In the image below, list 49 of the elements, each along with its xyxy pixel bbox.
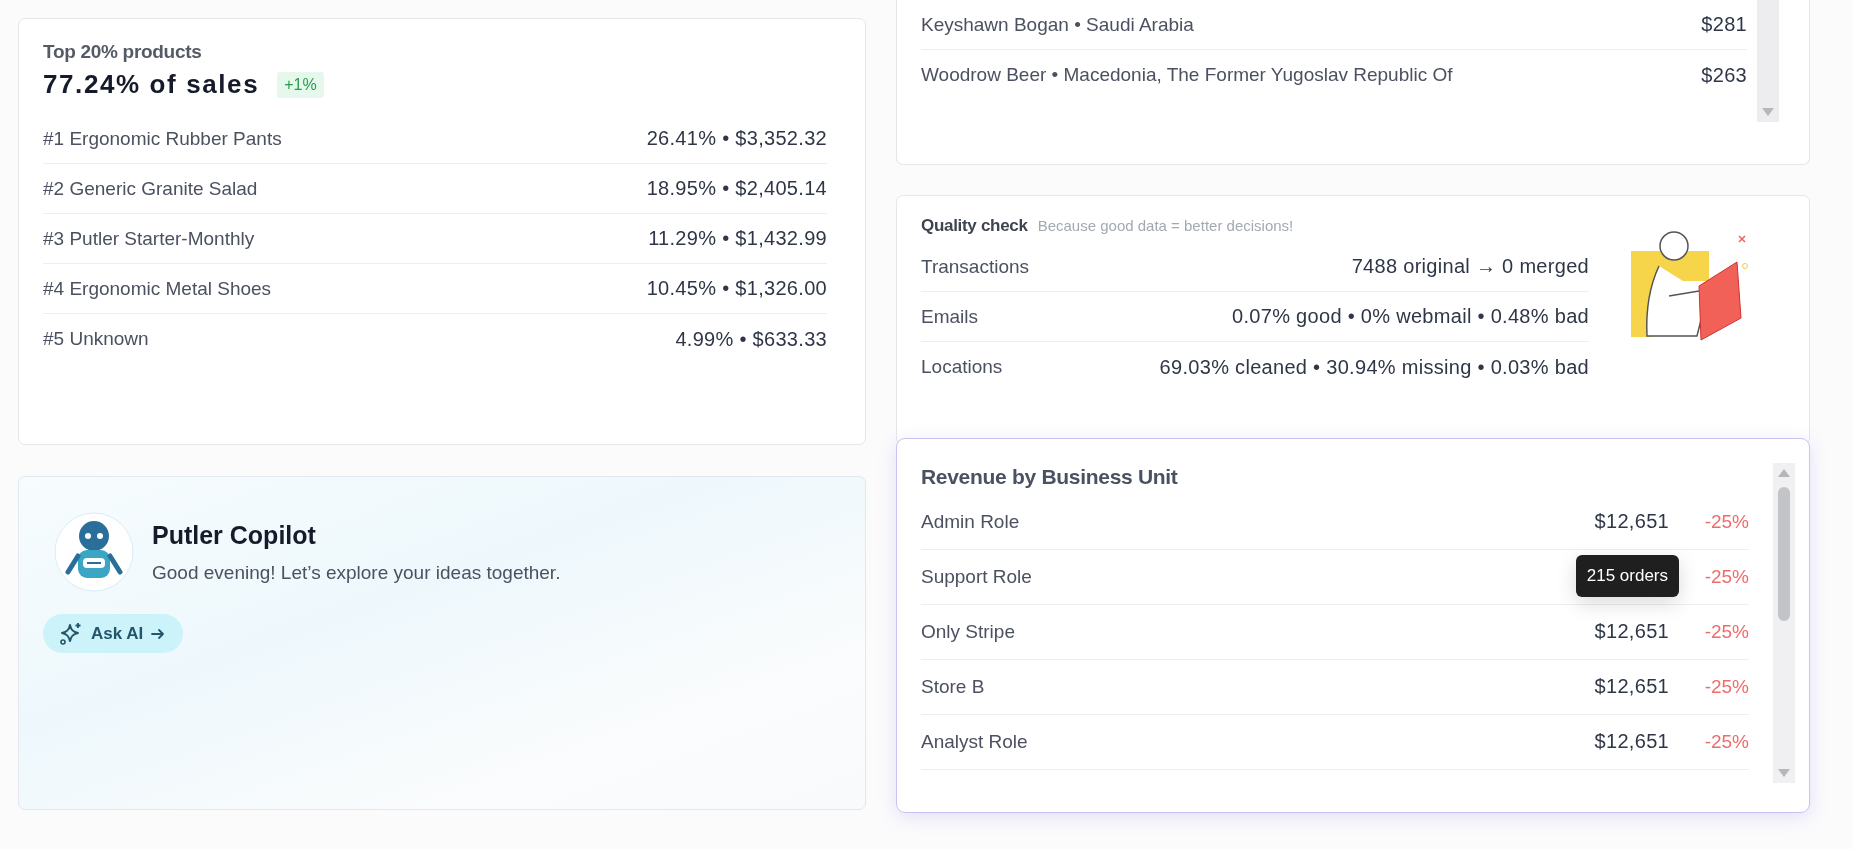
robot-avatar-icon xyxy=(54,512,134,592)
sales-share: 77.24% of sales xyxy=(43,69,260,100)
customer-revenue: $263 xyxy=(1701,63,1747,87)
product-name: #1 Ergonomic Rubber Pants xyxy=(43,127,282,150)
copilot-title: Putler Copilot xyxy=(152,520,317,550)
revenue-change: -25% xyxy=(1703,511,1749,533)
unit-revenue: $12,651 xyxy=(1594,620,1669,642)
revenue-change: -25% xyxy=(1703,566,1749,588)
product-name: #4 Ergonomic Metal Shoes xyxy=(43,277,272,300)
revenue-change: -25% xyxy=(1703,731,1749,753)
product-share-revenue: 11.29% • $1,432.99 xyxy=(648,227,827,250)
ask-ai-button[interactable]: Ask AI xyxy=(43,614,184,653)
unit-revenue: $12,651 xyxy=(1594,510,1669,532)
unit-revenue: $12,651 xyxy=(1594,730,1669,752)
unit-revenue: $12,651 xyxy=(1594,675,1669,697)
metric-value: 69.03% cleaned • 30.94% missing • 0.03% bad xyxy=(1159,355,1589,379)
product-share-revenue: 26.41% • $3,352.32 xyxy=(646,127,827,150)
product-name: #2 Generic Granite Salad xyxy=(43,177,258,200)
scrollbar[interactable] xyxy=(1773,463,1795,783)
customer-revenue: $281 xyxy=(1701,13,1747,36)
customer-location: Keyshawn Bogan • Saudi Arabia xyxy=(921,13,1194,36)
product-name: #3 Putler Starter-Monthly xyxy=(43,227,255,250)
business-unit-name: Analyst Role xyxy=(921,731,1028,753)
arrow-right-icon xyxy=(151,626,166,641)
product-share-revenue: 18.95% • $2,405.14 xyxy=(646,177,827,200)
business-unit-name: Store B xyxy=(921,676,985,698)
orders-tooltip: 215 orders xyxy=(1575,555,1679,597)
business-unit-name: Only Stripe xyxy=(921,621,1015,643)
business-unit-name: Support Role xyxy=(921,566,1032,588)
card-title: Revenue by Business Unit xyxy=(921,465,1179,489)
sparkle-icon xyxy=(59,621,83,646)
card-subtitle: Because good data = better decisions! xyxy=(1037,217,1294,234)
revenue-change: -25% xyxy=(1703,676,1749,698)
change-badge: +1% xyxy=(277,71,324,98)
metric-value: 7488 original → 0 merged xyxy=(1351,255,1589,278)
business-unit-name: Admin Role xyxy=(921,511,1020,533)
revenue-change: -25% xyxy=(1703,621,1749,643)
card-title: Quality check xyxy=(921,216,1028,236)
product-share-revenue: 10.45% • $1,326.00 xyxy=(646,277,827,300)
metric-label: Locations xyxy=(921,356,1003,378)
metric-label: Emails xyxy=(921,305,978,328)
metric-value: 0.07% good • 0% webmail • 0.48% bad xyxy=(1232,305,1589,328)
customer-location: Woodrow Beer • Macedonia, The Former Yugoslav Republic Of xyxy=(921,64,1453,86)
product-share-revenue: 4.99% • $633.33 xyxy=(675,327,827,351)
scrollbar[interactable] xyxy=(1757,0,1779,122)
greeting-text: Good evening! Let’s explore your ideas together. xyxy=(152,561,561,584)
card-title: Top 20% products xyxy=(43,41,203,63)
product-name: #5 Unknown xyxy=(43,328,149,350)
metric-label: Transactions xyxy=(921,255,1030,278)
